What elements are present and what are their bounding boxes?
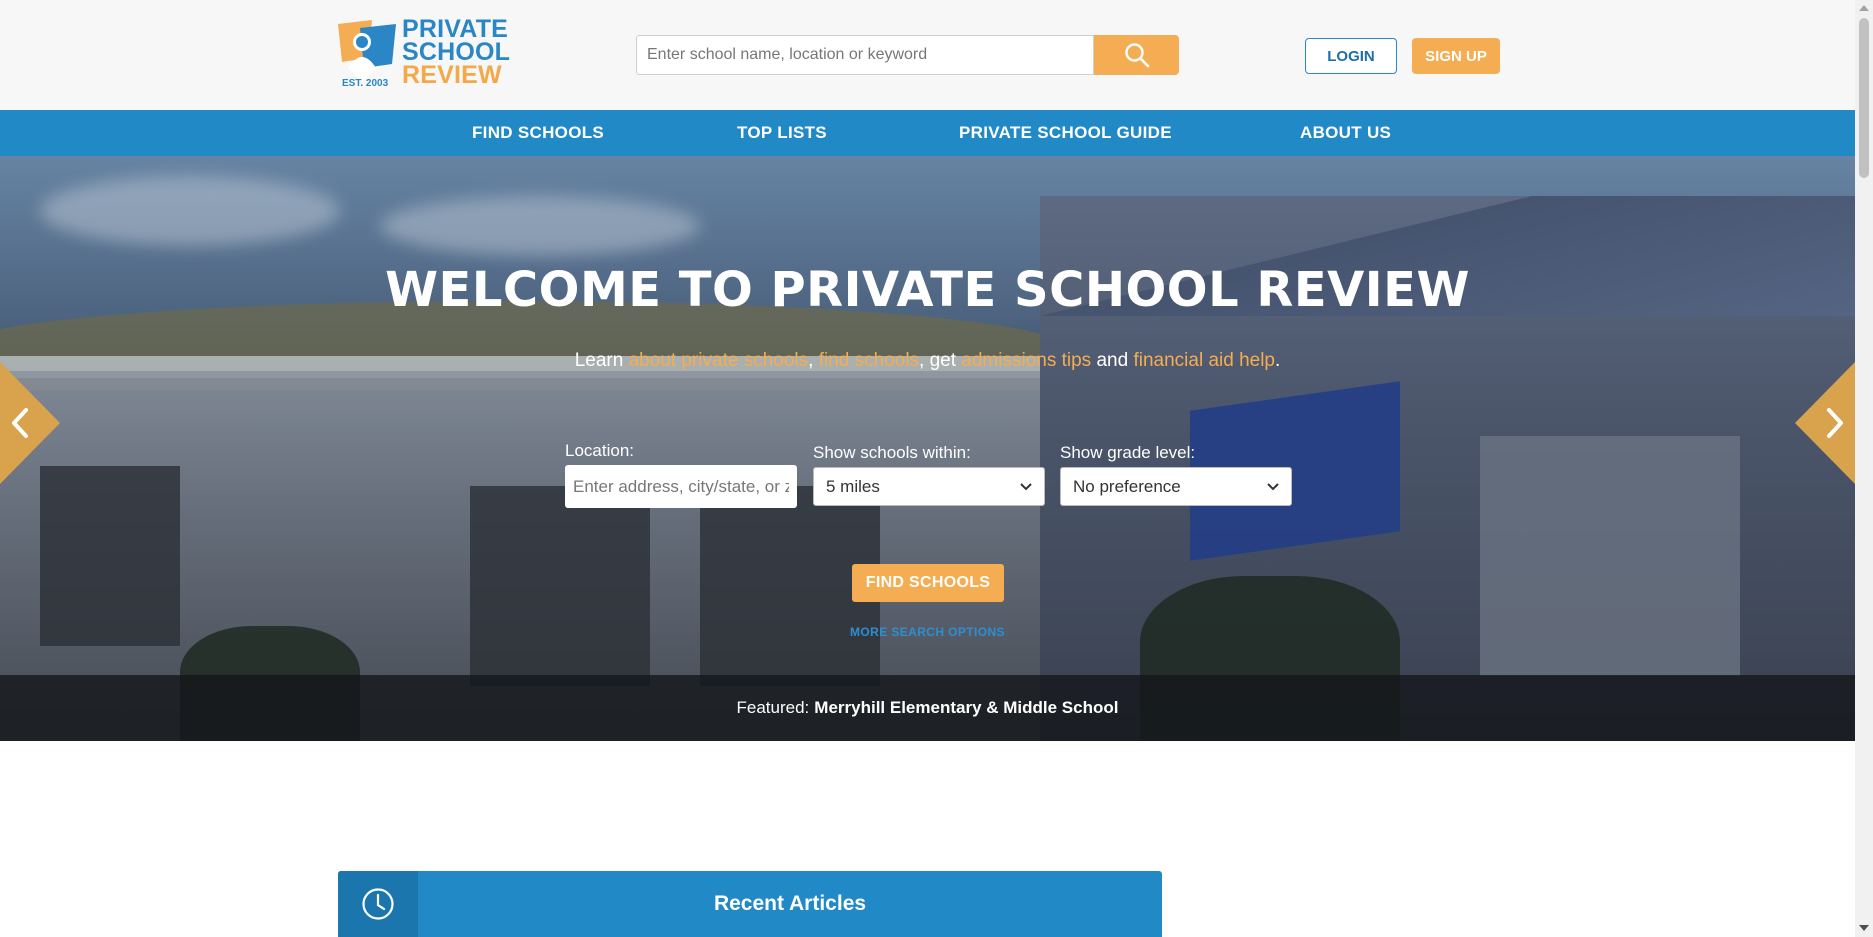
scrollbar-thumb[interactable]	[1859, 18, 1869, 178]
featured-label: Featured:	[736, 698, 810, 717]
window-decoration	[470, 486, 650, 686]
hero-subtitle: Learn about private schools, find school…	[0, 350, 1855, 372]
distance-select[interactable]: 5 miles	[813, 467, 1045, 506]
location-label: Location:	[565, 441, 634, 460]
nav-item-about-us[interactable]: ABOUT US	[1300, 110, 1391, 156]
site-search-button[interactable]	[1094, 35, 1179, 75]
hero-title: WELCOME TO PRIVATE SCHOOL REVIEW	[385, 262, 1470, 318]
nav-item-top-lists[interactable]: TOP LISTS	[737, 110, 827, 156]
nav-item-private-school-guide[interactable]: PRIVATE SCHOOL GUIDE	[959, 110, 1172, 156]
chevron-left-icon	[0, 362, 60, 484]
distance-label: Show schools within:	[813, 443, 971, 462]
cloud-decoration	[380, 196, 700, 256]
carousel-prev-button[interactable]	[0, 362, 60, 484]
find-schools-button[interactable]: FIND SCHOOLS	[852, 564, 1004, 602]
chevron-down-icon	[1267, 482, 1279, 490]
clock-icon	[362, 888, 394, 920]
scroll-up-icon[interactable]	[1859, 5, 1869, 11]
recent-articles-header: Recent Articles	[338, 871, 1162, 937]
site-search-input[interactable]	[636, 35, 1094, 75]
page-scrollbar[interactable]	[1855, 0, 1873, 937]
chevron-right-icon	[1795, 362, 1855, 484]
site-header: PRIVATE SCHOOL REVIEW EST. 2003 LOGIN SI…	[0, 0, 1855, 110]
link-admissions-tips[interactable]: admissions tips	[961, 350, 1091, 371]
site-logo[interactable]: PRIVATE SCHOOL REVIEW EST. 2003	[338, 17, 518, 92]
window-decoration	[40, 466, 180, 646]
logo-line-3: REVIEW	[402, 61, 502, 89]
subtitle-text: .	[1275, 350, 1281, 371]
main-nav: FIND SCHOOLS TOP LISTS PRIVATE SCHOOL GU…	[0, 110, 1855, 156]
link-financial-aid-help[interactable]: financial aid help	[1133, 350, 1275, 371]
link-find-schools[interactable]: find schools	[819, 350, 919, 371]
distance-select-value: 5 miles	[826, 476, 880, 496]
chevron-down-icon	[1020, 482, 1032, 490]
nav-item-find-schools[interactable]: FIND SCHOOLS	[472, 110, 604, 156]
articles-icon-box	[338, 871, 418, 937]
featured-school-link[interactable]: Merryhill Elementary & Middle School	[814, 698, 1118, 718]
grade-label: Show grade level:	[1060, 443, 1196, 462]
grade-select[interactable]: No preference	[1060, 467, 1292, 506]
subtitle-text: , get	[919, 350, 962, 371]
login-button[interactable]: LOGIN	[1305, 38, 1397, 74]
subtitle-text: and	[1091, 350, 1134, 371]
featured-school-bar: Featured: Merryhill Elementary & Middle …	[0, 675, 1855, 741]
subtitle-text: ,	[808, 350, 819, 371]
recent-articles-title: Recent Articles	[713, 892, 867, 915]
cloud-decoration	[40, 176, 340, 246]
location-input[interactable]	[565, 465, 797, 508]
more-search-options-link[interactable]: MORE SEARCH OPTIONS	[0, 625, 1855, 639]
search-icon	[1124, 43, 1149, 68]
logo-established: EST. 2003	[342, 78, 389, 89]
grade-select-value: No preference	[1073, 476, 1181, 496]
scroll-down-icon[interactable]	[1859, 925, 1869, 931]
link-about-private-schools[interactable]: about private schools	[629, 350, 809, 371]
window-decoration	[1480, 436, 1740, 676]
logo-wordmark: PRIVATE SCHOOL REVIEW	[402, 17, 510, 89]
carousel-next-button[interactable]	[1795, 362, 1855, 484]
subtitle-text: Learn	[574, 350, 629, 371]
signup-button[interactable]: SIGN UP	[1412, 38, 1500, 74]
